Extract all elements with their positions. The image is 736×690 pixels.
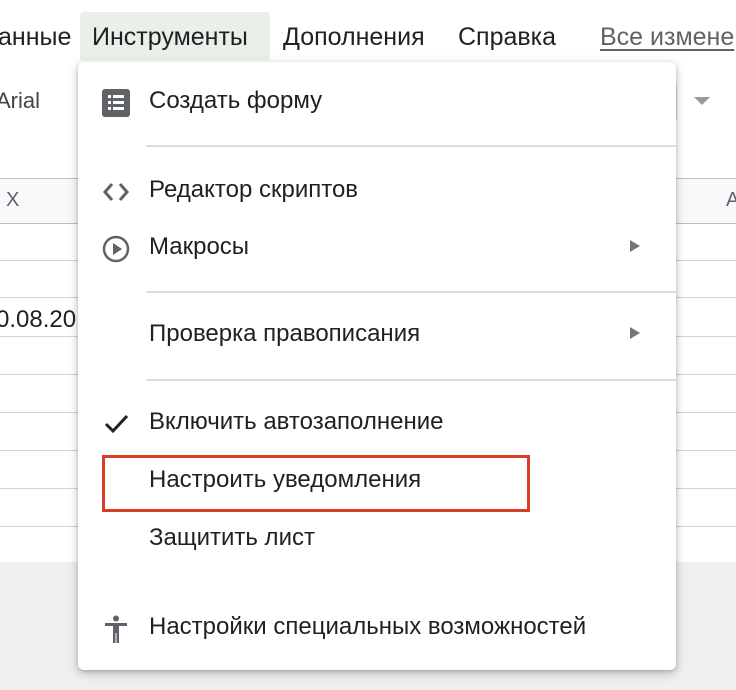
menu-item-label: Проверка правописания <box>149 320 421 347</box>
column-header-left[interactable]: X <box>6 189 19 212</box>
menu-item-label: Включить автозаполнение <box>149 408 444 435</box>
cell-date[interactable]: 0.08.201 <box>0 306 89 334</box>
accessibility-icon <box>100 615 132 643</box>
menu-data[interactable]: анные <box>0 12 71 60</box>
menu-item-label: Настройки специальных возможностей <box>149 613 587 640</box>
menu-item-label: Редактор скриптов <box>149 176 359 203</box>
menu-divider <box>146 145 676 147</box>
menu-addons[interactable]: Дополнения <box>283 12 425 60</box>
menu-item-protect-sheet[interactable]: Защитить лист <box>78 514 676 564</box>
menu-item-label: Создать форму <box>149 87 323 114</box>
tools-dropdown-menu: Создать форму Редактор скриптов Макросы … <box>78 62 676 670</box>
all-changes-link[interactable]: Все измене <box>600 12 734 60</box>
code-icon <box>100 178 132 206</box>
menu-item-script-editor[interactable]: Редактор скриптов <box>78 166 676 216</box>
menu-divider <box>146 379 676 381</box>
menu-item-label: Защитить лист <box>149 524 315 551</box>
menu-help[interactable]: Справка <box>458 12 556 60</box>
font-select[interactable]: Arial <box>0 88 40 114</box>
highlight-box <box>102 455 530 512</box>
menu-tools[interactable]: Инструменты <box>80 12 270 60</box>
chevron-down-icon[interactable] <box>694 97 710 105</box>
menubar: анные Инструменты Дополнения Справка Все… <box>0 0 736 62</box>
menu-item-autocomplete[interactable]: Включить автозаполнение <box>78 398 676 448</box>
checkmark-icon <box>100 410 132 438</box>
menu-item-macros[interactable]: Макросы <box>78 223 676 273</box>
column-header-right[interactable]: A <box>726 189 736 212</box>
submenu-arrow-icon <box>630 240 640 252</box>
menu-item-accessibility[interactable]: Настройки специальных возможностей <box>78 603 676 653</box>
play-circle-icon <box>100 235 132 263</box>
toolbar-divider <box>676 84 677 120</box>
menu-item-label: Макросы <box>149 233 250 260</box>
menu-item-create-form[interactable]: Создать форму <box>78 77 676 127</box>
form-icon <box>100 89 132 117</box>
submenu-arrow-icon <box>630 327 640 339</box>
menu-item-spellcheck[interactable]: Проверка правописания <box>78 310 676 360</box>
menu-divider <box>146 291 676 293</box>
